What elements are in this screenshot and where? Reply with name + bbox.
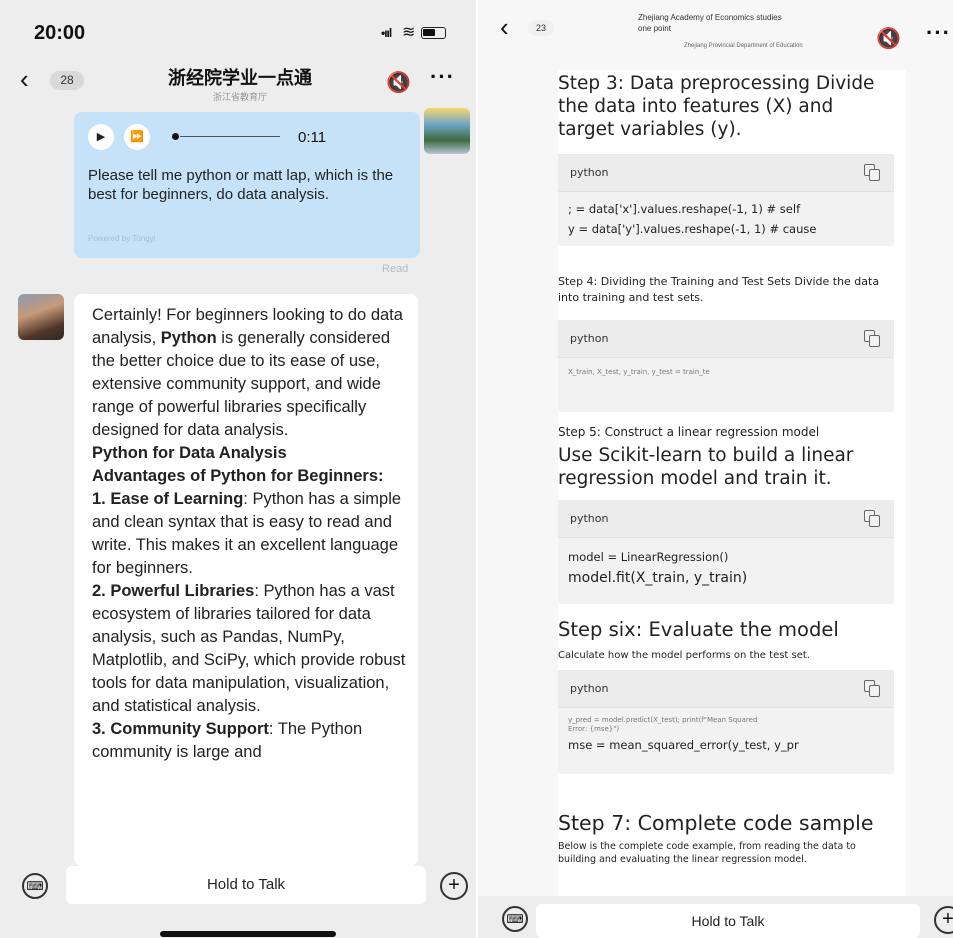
play-icon[interactable]: ▶ [88, 124, 114, 150]
copy-icon[interactable] [864, 510, 882, 528]
powered-by-label: Powered by Tongyi [88, 234, 156, 243]
read-receipt: Read [382, 263, 409, 275]
right-chat-screen: ‹ 23 Zhejiang Academy of Economics studi… [478, 0, 953, 938]
code-block-2: python X_train, X_test, y_train, y_test … [558, 320, 894, 412]
voice-player: ▶ ⏩ 0:11 [88, 124, 408, 150]
code-block-3: python model = LinearRegression() model.… [558, 500, 894, 604]
chat-title: 浙经院学业一点通 [168, 68, 312, 88]
step3-heading: Step 3: Data preprocessing Divide the da… [558, 73, 875, 140]
status-time: 20:00 [34, 22, 86, 44]
code-language-label: python [570, 512, 609, 525]
more-options-button[interactable]: ··· [926, 20, 951, 46]
user-message-bubble[interactable]: ▶ ⏩ 0:11 Please tell me python or matt l… [74, 112, 420, 258]
code-line: ; = data['x'].values.reshape(-1, 1) # se… [568, 202, 801, 216]
more-options-button[interactable]: ··· [430, 64, 455, 90]
mute-icon[interactable]: 🔇 [876, 26, 901, 51]
input-bar: ⌨ Hold to Talk + [478, 896, 953, 938]
code-line: X_train, X_test, y_train, y_test = train… [568, 368, 710, 376]
user-avatar[interactable] [424, 108, 470, 154]
keyboard-icon[interactable]: ⌨ [22, 873, 48, 899]
unread-count-badge[interactable]: 23 [528, 20, 554, 36]
point-ease: 1. Ease of Learning: Python has a simple… [92, 490, 402, 577]
assistant-message-bubble[interactable]: Certainly! For beginners looking to do d… [74, 294, 418, 866]
home-indicator [160, 931, 336, 937]
signal-icon: •ııl [381, 26, 392, 40]
assistant-avatar[interactable] [18, 294, 64, 340]
plus-icon[interactable]: + [934, 906, 953, 934]
assistant-message-bubble[interactable]: Step 3: Data preprocessing Divide the da… [558, 70, 906, 900]
step6-heading: Step six: Evaluate the model [558, 618, 839, 641]
point-libraries: 2. Powerful Libraries: Python has a vast… [92, 582, 406, 715]
chat-header: ‹ 28 浙经院学业一点通 浙江省教育厅 🔇 ··· [0, 56, 478, 106]
step4-heading: Step 4: Dividing the Training and Test S… [558, 275, 880, 304]
code-language-label: python [570, 166, 609, 179]
battery-icon [421, 27, 446, 39]
user-message-text: Please tell me python or matt lap, which… [88, 167, 394, 203]
step7-description: Below is the complete code example, from… [558, 841, 856, 865]
point-community: 3. Community Support: The Python communi… [92, 720, 363, 761]
intro-paragraph: Certainly! For beginners looking to do d… [92, 306, 403, 439]
left-chat-screen: 20:00 •ııl ≋ ‹ 28 浙经院学业一点通 浙江省教育厅 🔇 ··· … [0, 0, 478, 938]
unread-count-badge[interactable]: 28 [50, 71, 84, 90]
code-line: y_pred = model.predict(X_test); print(f"… [568, 716, 758, 733]
code-language-label: python [570, 332, 609, 345]
code-line: mse = mean_squared_error(y_test, y_pr [568, 738, 799, 752]
assistant-message-text: Certainly! For beginners looking to do d… [92, 304, 408, 764]
back-chevron-icon[interactable]: ‹ [500, 12, 509, 43]
copy-icon[interactable] [864, 164, 882, 182]
progress-handle[interactable] [172, 133, 179, 140]
voice-duration: 0:11 [298, 129, 327, 146]
plus-icon[interactable]: + [440, 872, 468, 900]
input-bar: ⌨ Hold to Talk + [0, 866, 478, 938]
mute-icon[interactable]: 🔇 [386, 70, 411, 95]
code-line: model = LinearRegression() [568, 550, 729, 564]
code-line: y = data['y'].values.reshape(-1, 1) # ca… [568, 222, 817, 236]
hold-to-talk-button[interactable]: Hold to Talk [66, 866, 426, 904]
code-block-1: python ; = data['x'].values.reshape(-1, … [558, 154, 894, 246]
subsection-heading: Advantages of Python for Beginners: [92, 467, 384, 485]
code-block-4: python y_pred = model.predict(X_test); p… [558, 670, 894, 774]
keyboard-icon[interactable]: ⌨ [502, 906, 528, 932]
back-chevron-icon[interactable]: ‹ [20, 64, 29, 95]
copy-icon[interactable] [864, 680, 882, 698]
code-line: model.fit(X_train, y_train) [568, 570, 748, 586]
code-language-label: python [570, 682, 609, 695]
chat-subtitle: 浙江省教育厅 [212, 92, 267, 102]
hold-to-talk-button[interactable]: Hold to Talk [536, 904, 920, 938]
status-bar: 20:00 •ııl ≋ [0, 0, 478, 56]
step5-description: Use Scikit-learn to build a linear regre… [558, 445, 854, 489]
progress-track[interactable] [180, 136, 280, 137]
step6-description: Calculate how the model performs on the … [558, 650, 810, 661]
speed-icon[interactable]: ⏩ [124, 124, 150, 150]
chat-header-right: ‹ 23 Zhejiang Academy of Economics studi… [478, 0, 953, 66]
step5-heading: Step 5: Construct a linear regression mo… [558, 425, 820, 439]
copy-icon[interactable] [864, 330, 882, 348]
step7-heading: Step 7: Complete code sample [558, 811, 874, 835]
chat-title: Zhejiang Academy of Economics studies on… [638, 13, 782, 33]
wifi-icon: ≋ [402, 24, 416, 41]
section-heading: Python for Data Analysis [92, 444, 287, 462]
chat-subtitle: Zhejiang Provincial Department of Educat… [684, 43, 803, 49]
